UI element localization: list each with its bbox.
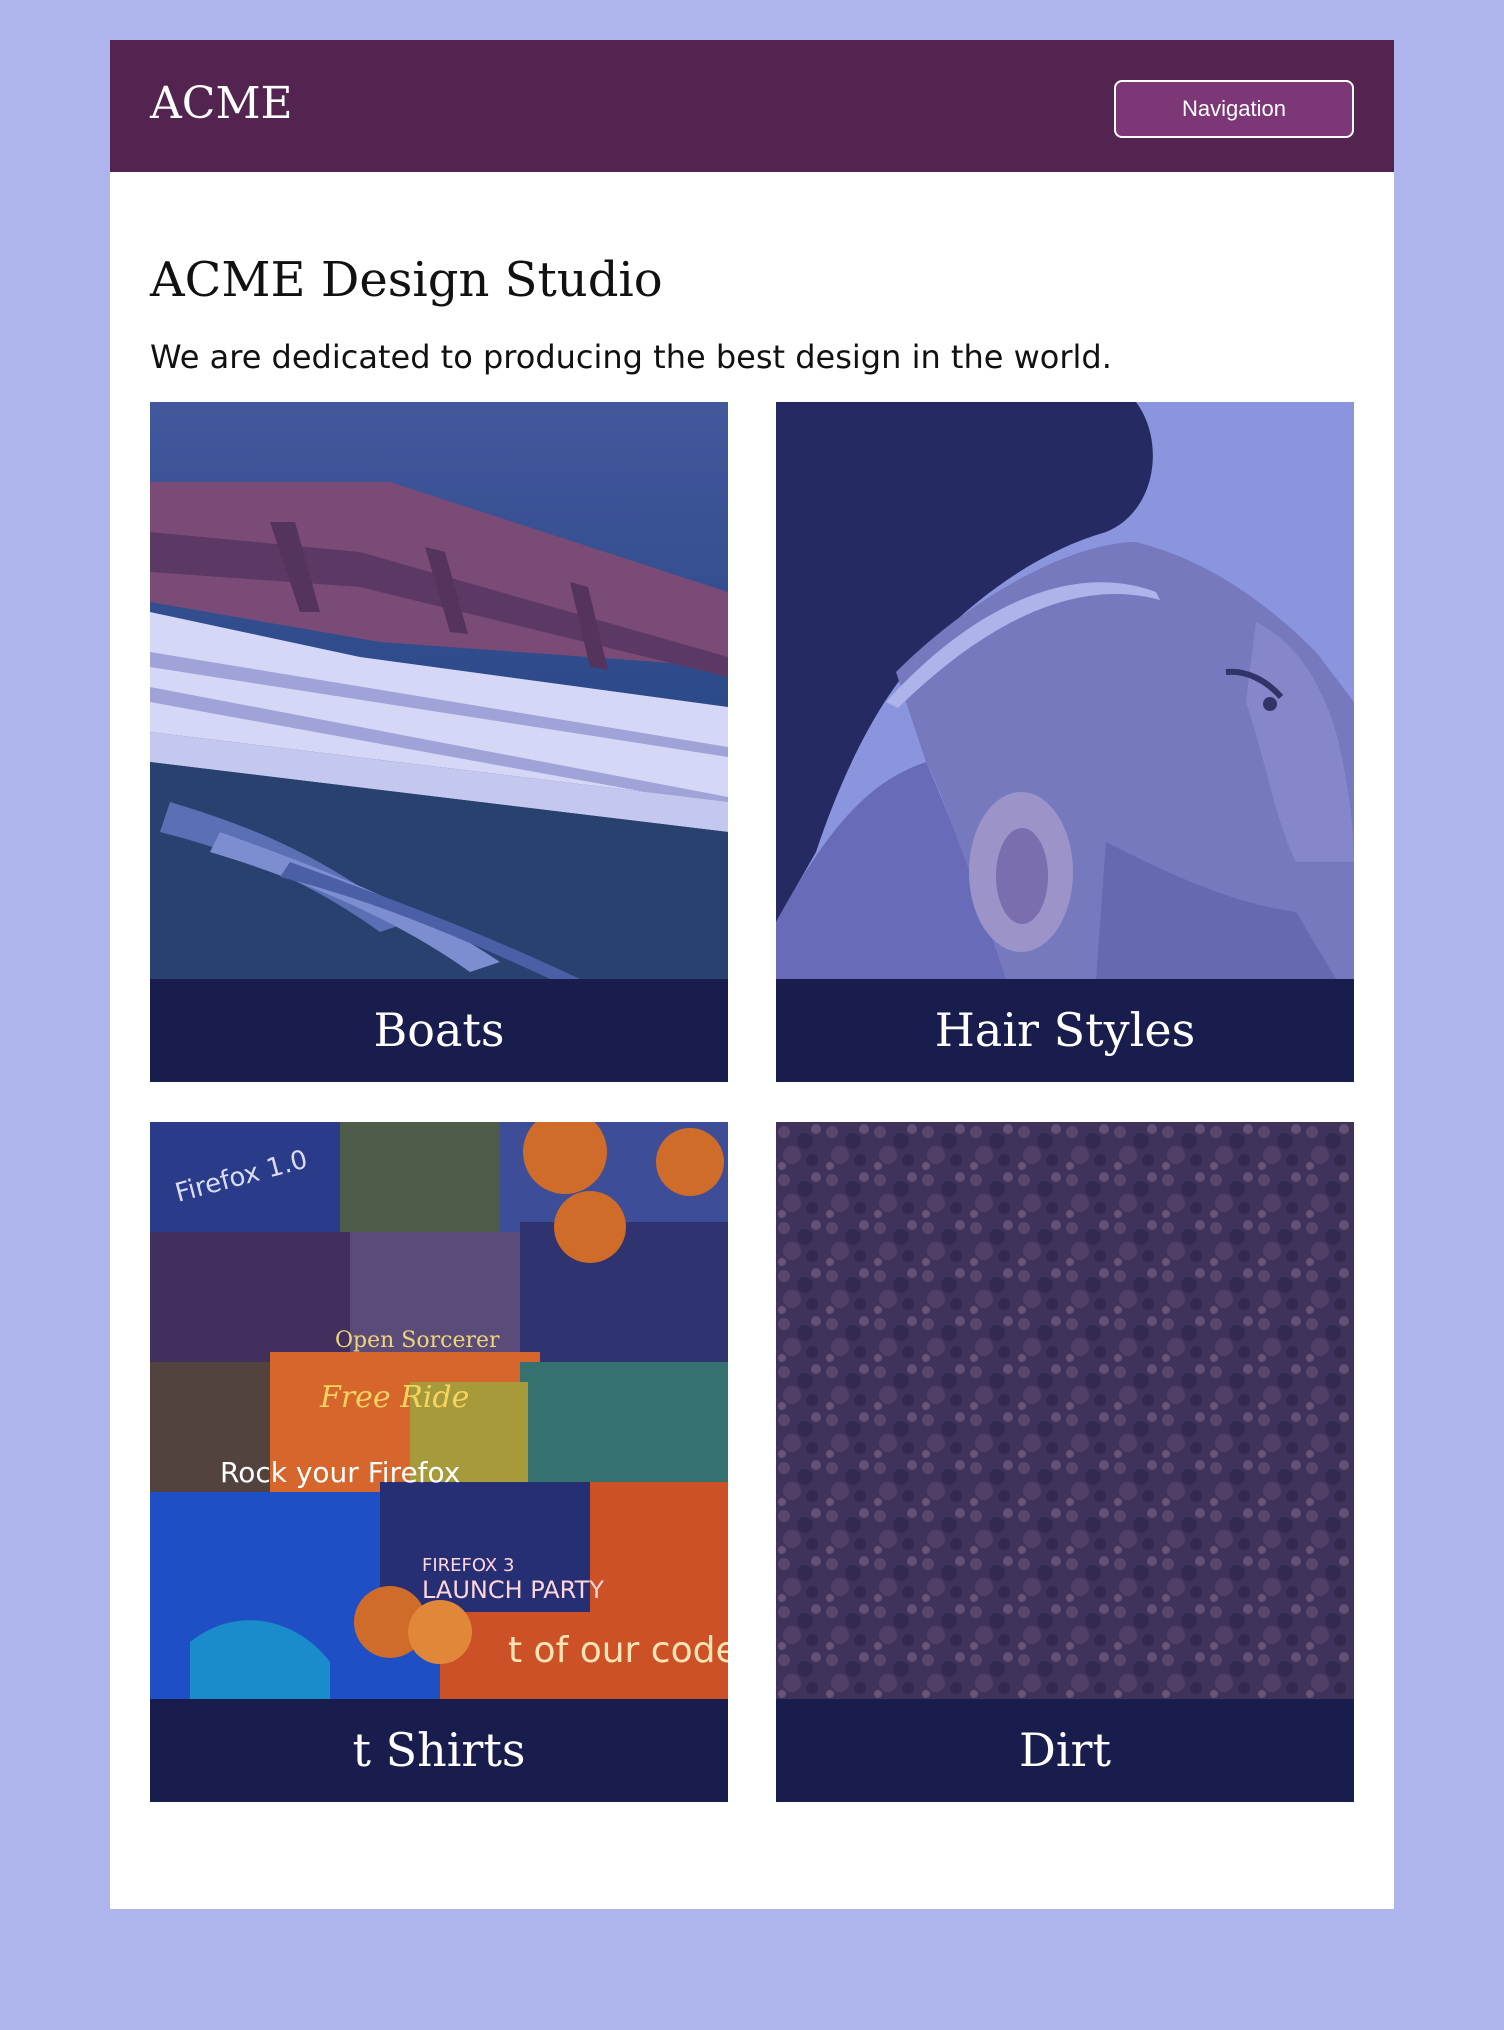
card-hair-styles[interactable]: Hair Styles [776, 401, 1354, 1082]
main-content: ACME Design Studio We are dedicated to p… [110, 172, 1394, 1802]
site-header: ACME Navigation [110, 40, 1394, 172]
boats-image [150, 401, 728, 979]
tshirt-print-text: FIREFOX 3 [422, 1555, 514, 1576]
intro-text: We are dedicated to producing the best d… [150, 337, 1112, 376]
tshirt-print-text: t of our code [508, 1630, 728, 1671]
dirt-image [776, 1121, 1354, 1699]
card-t-shirts[interactable]: Firefox 1.0 Open Sorcerer Free Ride Rock… [150, 1121, 728, 1802]
hair-styles-image [776, 401, 1354, 979]
tshirt-print-text: Open Sorcerer [335, 1328, 500, 1353]
card-caption: Dirt [776, 1698, 1354, 1802]
card-dirt[interactable]: Dirt [776, 1121, 1354, 1802]
tshirt-print-text: Free Ride [319, 1380, 469, 1415]
site-logo[interactable]: ACME [150, 78, 293, 131]
card-caption: t Shirts [150, 1698, 728, 1802]
page-title: ACME Design Studio [150, 252, 663, 308]
card-caption: Hair Styles [776, 978, 1354, 1082]
card-caption: Boats [150, 978, 728, 1082]
page-container: ACME Navigation ACME Design Studio We ar… [110, 40, 1394, 1909]
card-grid: Boats Hair Styles Firefox 1.0 Open Sorce… [150, 401, 1354, 1802]
tshirt-print-text: LAUNCH PARTY [422, 1576, 604, 1604]
navigation-button[interactable]: Navigation [1114, 80, 1354, 138]
t-shirts-image: Firefox 1.0 Open Sorcerer Free Ride Rock… [150, 1121, 728, 1699]
tshirt-print-text: Rock your Firefox [220, 1456, 460, 1489]
card-boats[interactable]: Boats [150, 401, 728, 1082]
